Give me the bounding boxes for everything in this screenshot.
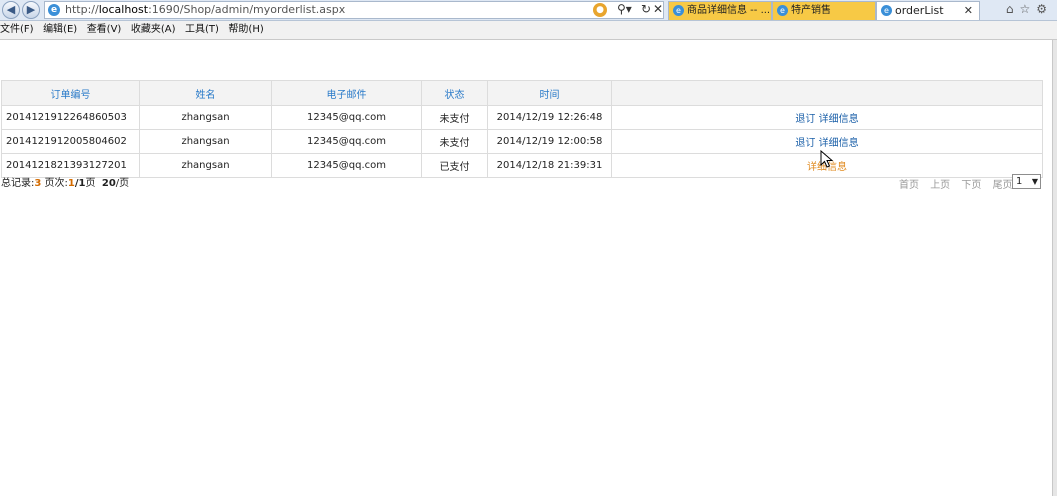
page-select[interactable]: 1 ▼ bbox=[1012, 174, 1041, 189]
next-page-link[interactable]: 下页 bbox=[961, 180, 981, 191]
last-page-link[interactable]: 尾页 bbox=[993, 180, 1013, 191]
detail-link[interactable]: 详细信息 bbox=[819, 138, 859, 149]
tab-label: 特产销售 bbox=[791, 5, 831, 16]
per-page-count: 20 bbox=[101, 178, 116, 189]
cell-name: zhangsan bbox=[139, 153, 272, 178]
menu-view[interactable]: 查看(V) bbox=[87, 21, 128, 39]
cell-email: 12345@qq.com bbox=[271, 129, 422, 154]
cell-email: 12345@qq.com bbox=[271, 105, 422, 130]
header-email: 电子邮件 bbox=[271, 80, 422, 106]
page-unit: 页 bbox=[85, 178, 96, 189]
header-actions bbox=[611, 80, 1043, 106]
home-icon[interactable]: ⌂ bbox=[1006, 2, 1020, 16]
total-label: 总记录: bbox=[1, 178, 35, 189]
address-url[interactable]: http://localhost:1690/Shop/admin/myorder… bbox=[65, 3, 345, 16]
close-tab-icon[interactable]: ✕ bbox=[964, 2, 973, 19]
refund-link[interactable]: 退订 bbox=[795, 114, 815, 125]
table-row: 2014121912005804602 zhangsan 12345@qq.co… bbox=[1, 129, 1043, 154]
compatibility-view-icon[interactable]: ● bbox=[593, 3, 607, 17]
header-order-id: 订单编号 bbox=[1, 80, 140, 106]
tab-label: 商品详细信息 -- ... bbox=[687, 5, 771, 16]
menu-tools[interactable]: 工具(T) bbox=[185, 21, 225, 39]
menu-file[interactable]: 文件(F) bbox=[0, 21, 40, 39]
tab-orderlist[interactable]: e orderList ✕ bbox=[876, 1, 980, 20]
cell-name: zhangsan bbox=[139, 105, 272, 130]
cell-status: 未支付 bbox=[421, 129, 488, 154]
address-bar[interactable]: e http://localhost:1690/Shop/admin/myord… bbox=[44, 1, 664, 19]
browser-tools: ⌂☆⚙ bbox=[1006, 2, 1053, 16]
cell-status: 未支付 bbox=[421, 105, 488, 130]
cell-time: 2014/12/19 12:26:48 bbox=[487, 105, 612, 130]
header-time: 时间 bbox=[487, 80, 612, 106]
cell-order-id: 2014121912005804602 bbox=[1, 129, 140, 154]
gear-icon[interactable]: ⚙ bbox=[1036, 2, 1053, 16]
ie-tab-icon: e bbox=[777, 5, 788, 16]
ie-tab-icon: e bbox=[673, 5, 684, 16]
first-page-link[interactable]: 首页 bbox=[899, 180, 919, 191]
header-name: 姓名 bbox=[139, 80, 272, 106]
pager-summary: 总记录:3 页次:1/1页 20/页 bbox=[1, 174, 129, 189]
tab-product-detail[interactable]: e 商品详细信息 -- ... bbox=[668, 1, 772, 20]
tab-label: orderList bbox=[895, 4, 944, 17]
menu-favorites[interactable]: 收藏夹(A) bbox=[131, 21, 182, 39]
cell-actions: 退订 详细信息 bbox=[611, 105, 1043, 130]
page-label: 页次: bbox=[44, 178, 68, 189]
header-status: 状态 bbox=[421, 80, 488, 106]
table-header-row: 订单编号 姓名 电子邮件 状态 时间 bbox=[1, 80, 1043, 106]
table-row: 2014121912264860503 zhangsan 12345@qq.co… bbox=[1, 105, 1043, 130]
vertical-scrollbar[interactable] bbox=[1052, 40, 1057, 496]
cell-email: 12345@qq.com bbox=[271, 153, 422, 178]
cell-order-id: 2014121912264860503 bbox=[1, 105, 140, 130]
back-arrow-icon: ◀ bbox=[6, 3, 16, 16]
per-page-unit: /页 bbox=[115, 178, 130, 189]
refund-link[interactable]: 退订 bbox=[795, 138, 815, 149]
cell-name: zhangsan bbox=[139, 129, 272, 154]
page-select-value: 1 bbox=[1016, 176, 1023, 187]
refresh-icon[interactable]: ↻ bbox=[641, 2, 651, 16]
tab-specialty-sales[interactable]: e 特产销售 bbox=[772, 1, 876, 20]
total-pages: 1 bbox=[78, 178, 86, 189]
back-button[interactable]: ◀ bbox=[2, 1, 20, 19]
cell-time: 2014/12/19 12:00:58 bbox=[487, 129, 612, 154]
total-count: 3 bbox=[34, 178, 42, 189]
menu-bar: 文件(F) 编辑(E) 查看(V) 收藏夹(A) 工具(T) 帮助(H) bbox=[0, 21, 1057, 40]
forward-arrow-icon: ▶ bbox=[26, 3, 36, 16]
menu-help[interactable]: 帮助(H) bbox=[228, 21, 269, 39]
forward-button[interactable]: ▶ bbox=[22, 1, 40, 19]
ie-tab-icon: e bbox=[881, 5, 892, 16]
order-table: 订单编号 姓名 电子邮件 状态 时间 2014121912264860503 z… bbox=[1, 80, 1043, 178]
stop-icon[interactable]: ✕ bbox=[653, 2, 663, 16]
detail-link[interactable]: 详细信息 bbox=[819, 114, 859, 125]
browser-toolbar: ◀ ▶ e http://localhost:1690/Shop/admin/m… bbox=[0, 0, 1057, 21]
cell-time: 2014/12/18 21:39:31 bbox=[487, 153, 612, 178]
mouse-cursor-icon bbox=[820, 150, 834, 168]
chevron-down-icon: ▼ bbox=[1031, 177, 1038, 186]
cell-status: 已支付 bbox=[421, 153, 488, 178]
favorites-star-icon[interactable]: ☆ bbox=[1019, 2, 1036, 16]
prev-page-link[interactable]: 上页 bbox=[930, 180, 950, 191]
table-row: 2014121821393127201 zhangsan 12345@qq.co… bbox=[1, 153, 1043, 178]
menu-edit[interactable]: 编辑(E) bbox=[43, 21, 83, 39]
pager-links: 首页 上页 下页 尾页 bbox=[899, 176, 1021, 191]
current-page: 1 bbox=[67, 178, 75, 189]
search-dropdown-icon[interactable]: ⚲▾ bbox=[617, 2, 632, 16]
ie-page-icon: e bbox=[48, 4, 60, 16]
